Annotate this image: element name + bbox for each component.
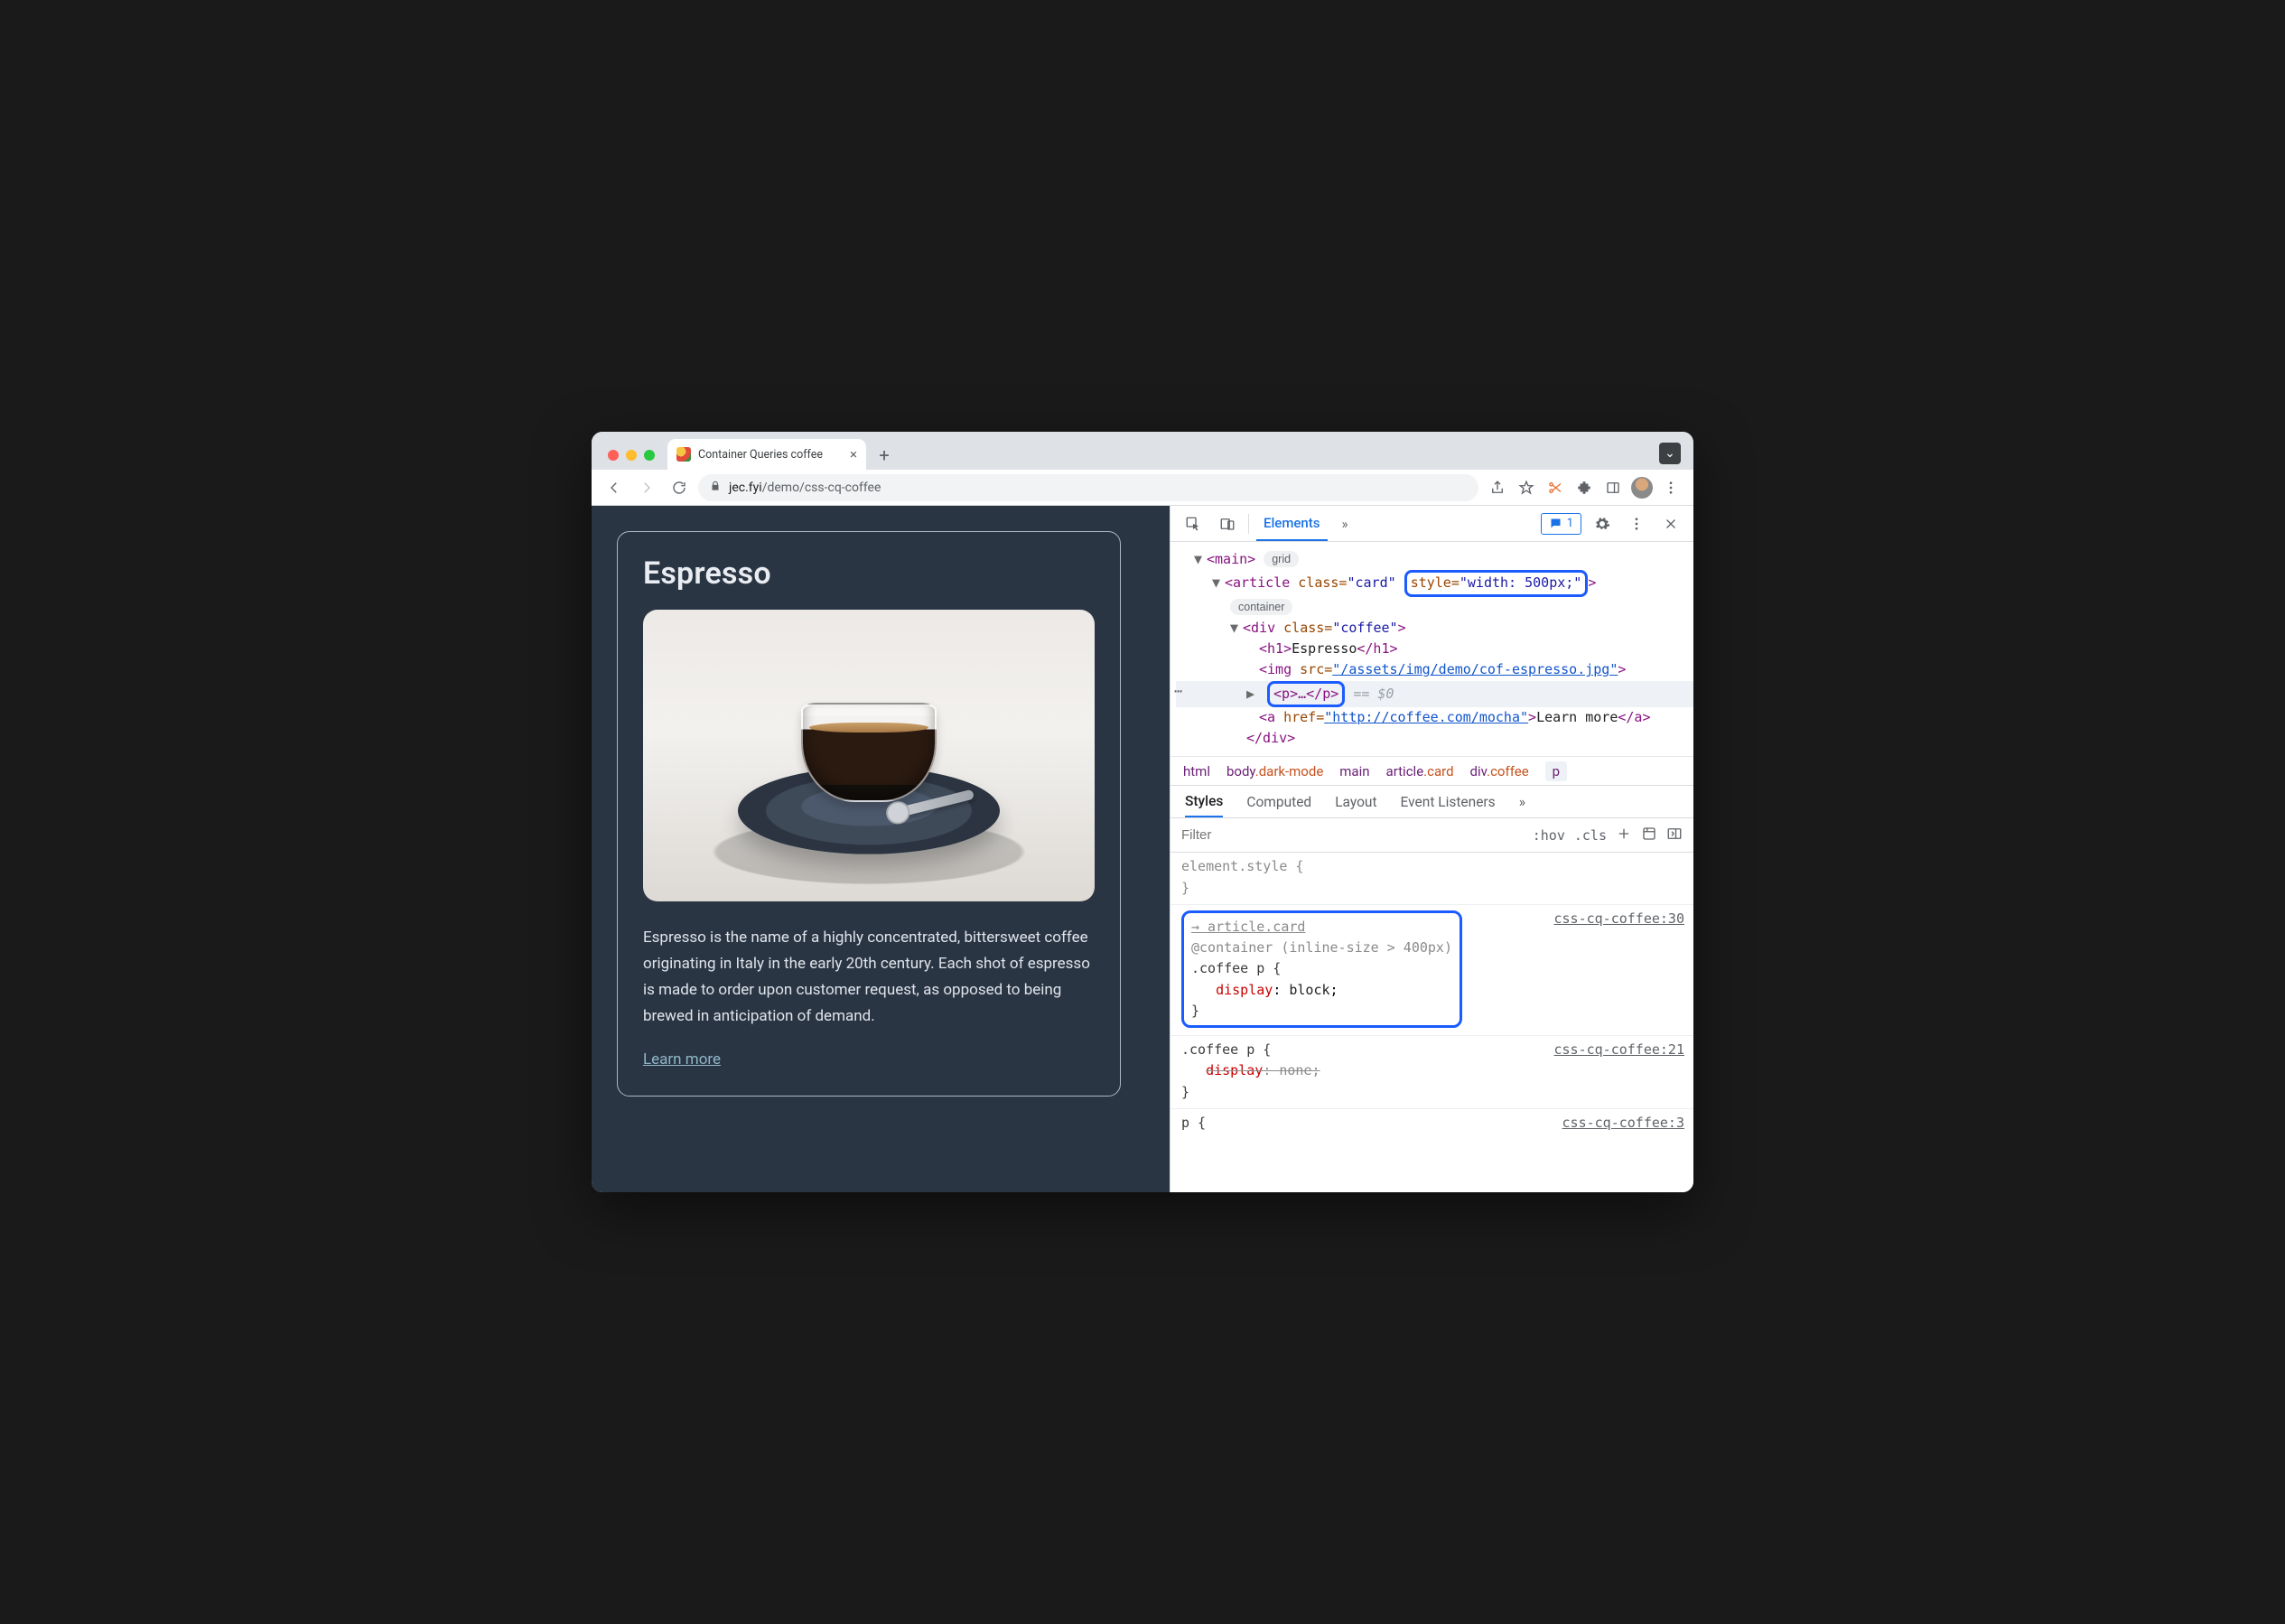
cls-toggle[interactable]: .cls — [1574, 827, 1607, 844]
profile-button[interactable] — [1628, 474, 1655, 501]
devtools-close-button[interactable] — [1657, 510, 1684, 537]
bookmark-button[interactable] — [1513, 474, 1540, 501]
lock-icon — [709, 480, 722, 496]
browser-window: Container Queries coffee × + ⌄ jec.fyi/d… — [592, 432, 1693, 1192]
crumb[interactable]: p — [1545, 761, 1567, 781]
settings-button[interactable] — [1589, 510, 1616, 537]
devtools-menu-button[interactable] — [1623, 510, 1650, 537]
hov-toggle[interactable]: :hov — [1533, 827, 1565, 844]
new-tab-button[interactable]: + — [872, 443, 897, 468]
rule-container-query[interactable]: css-cq-coffee:30 → article.card @contain… — [1170, 905, 1693, 1036]
crumb[interactable]: article.card — [1386, 763, 1454, 779]
dom-div-close[interactable]: </div> — [1176, 728, 1693, 749]
devtools-panel: Elements » 1 ▼<main> grid — [1170, 506, 1693, 1192]
window-controls — [604, 450, 660, 470]
layout-tab[interactable]: Layout — [1335, 794, 1376, 810]
favicon-icon — [676, 447, 691, 462]
dom-article[interactable]: ▼<article class="card" style="width: 500… — [1176, 570, 1693, 596]
more-tabs-button[interactable]: » — [1335, 506, 1356, 541]
coffee-card: Espresso Espresso is the name of a highl… — [617, 531, 1121, 1097]
browser-tab[interactable]: Container Queries coffee × — [667, 439, 866, 470]
styles-filter-bar: :hov .cls — [1170, 818, 1693, 853]
address-bar[interactable]: jec.fyi/demo/css-cq-coffee — [698, 474, 1478, 501]
extensions-button[interactable] — [1571, 474, 1598, 501]
tab-title: Container Queries coffee — [698, 448, 843, 462]
styles-filter-input[interactable] — [1181, 827, 1524, 843]
computed-tab[interactable]: Computed — [1246, 794, 1311, 810]
dom-main[interactable]: ▼<main> grid — [1176, 549, 1693, 570]
dom-breadcrumbs[interactable]: html body.dark-mode main article.card di… — [1170, 757, 1693, 786]
tab-overflow-button[interactable]: ⌄ — [1659, 443, 1681, 464]
maximize-window-button[interactable] — [644, 450, 655, 461]
page-viewport: Espresso Espresso is the name of a highl… — [592, 506, 1170, 1192]
reload-button[interactable] — [666, 474, 693, 501]
dom-div[interactable]: ▼<div class="coffee"> — [1176, 618, 1693, 639]
content-area: Espresso Espresso is the name of a highl… — [592, 506, 1693, 1192]
more-styles-tabs[interactable]: » — [1519, 794, 1525, 810]
rule-source[interactable]: css-cq-coffee:30 — [1554, 909, 1685, 929]
cup-shape — [801, 703, 937, 802]
crumb[interactable]: body.dark-mode — [1226, 763, 1323, 779]
avatar — [1631, 477, 1653, 499]
crumb[interactable]: div.coffee — [1470, 763, 1529, 779]
minimize-window-button[interactable] — [626, 450, 637, 461]
dom-img[interactable]: <img src="/assets/img/demo/cof-espresso.… — [1176, 659, 1693, 680]
dom-h1[interactable]: <h1>Espresso</h1> — [1176, 639, 1693, 659]
dom-container-pill[interactable]: container — [1176, 597, 1693, 618]
back-button[interactable] — [601, 474, 628, 501]
scissors-icon[interactable] — [1542, 474, 1569, 501]
browser-toolbar: jec.fyi/demo/css-cq-coffee — [592, 470, 1693, 506]
coffee-image — [643, 610, 1095, 901]
device-toolbar-button[interactable] — [1214, 510, 1241, 537]
side-panel-button[interactable] — [1600, 474, 1627, 501]
share-button[interactable] — [1484, 474, 1511, 501]
card-title: Espresso — [643, 555, 1095, 592]
rule-source[interactable]: css-cq-coffee:21 — [1554, 1040, 1685, 1060]
rule-source[interactable]: css-cq-coffee:3 — [1562, 1113, 1684, 1134]
elements-tab[interactable]: Elements — [1256, 506, 1328, 541]
rule-element-style[interactable]: element.style { } — [1170, 853, 1693, 905]
learn-more-link[interactable]: Learn more — [643, 1050, 721, 1069]
styles-sidebar-toggle[interactable] — [1666, 826, 1683, 845]
styles-pane[interactable]: element.style { } css-cq-coffee:30 → art… — [1170, 853, 1693, 1192]
styles-tabstrip: Styles Computed Layout Event Listeners » — [1170, 786, 1693, 818]
forward-button[interactable] — [633, 474, 660, 501]
styles-tab[interactable]: Styles — [1185, 786, 1223, 817]
issues-badge[interactable]: 1 — [1541, 513, 1581, 535]
new-rule-button[interactable] — [1616, 826, 1632, 845]
dom-p-selected[interactable]: ▶ <p>…</p> == $0 — [1176, 681, 1693, 707]
rule-coffee-p[interactable]: css-cq-coffee:21 .coffee p { display: no… — [1170, 1036, 1693, 1109]
tab-strip: Container Queries coffee × + ⌄ — [592, 432, 1693, 470]
dom-a[interactable]: <a href="http://coffee.com/mocha">Learn … — [1176, 707, 1693, 728]
crumb[interactable]: main — [1339, 763, 1369, 779]
chrome-menu-button[interactable] — [1657, 474, 1684, 501]
computed-toggle-button[interactable] — [1641, 826, 1657, 845]
url-text: jec.fyi/demo/css-cq-coffee — [729, 481, 881, 495]
rule-p[interactable]: css-cq-coffee:3 p { — [1170, 1109, 1693, 1139]
close-window-button[interactable] — [608, 450, 619, 461]
event-listeners-tab[interactable]: Event Listeners — [1401, 794, 1496, 810]
crumb[interactable]: html — [1183, 763, 1210, 779]
elements-tree[interactable]: ▼<main> grid ▼<article class="card" styl… — [1170, 542, 1693, 757]
toolbar-actions — [1484, 474, 1684, 501]
tab-close-button[interactable]: × — [850, 446, 857, 462]
devtools-toolbar: Elements » 1 — [1170, 506, 1693, 542]
inspect-element-button[interactable] — [1180, 510, 1207, 537]
card-description: Espresso is the name of a highly concent… — [643, 925, 1095, 1031]
